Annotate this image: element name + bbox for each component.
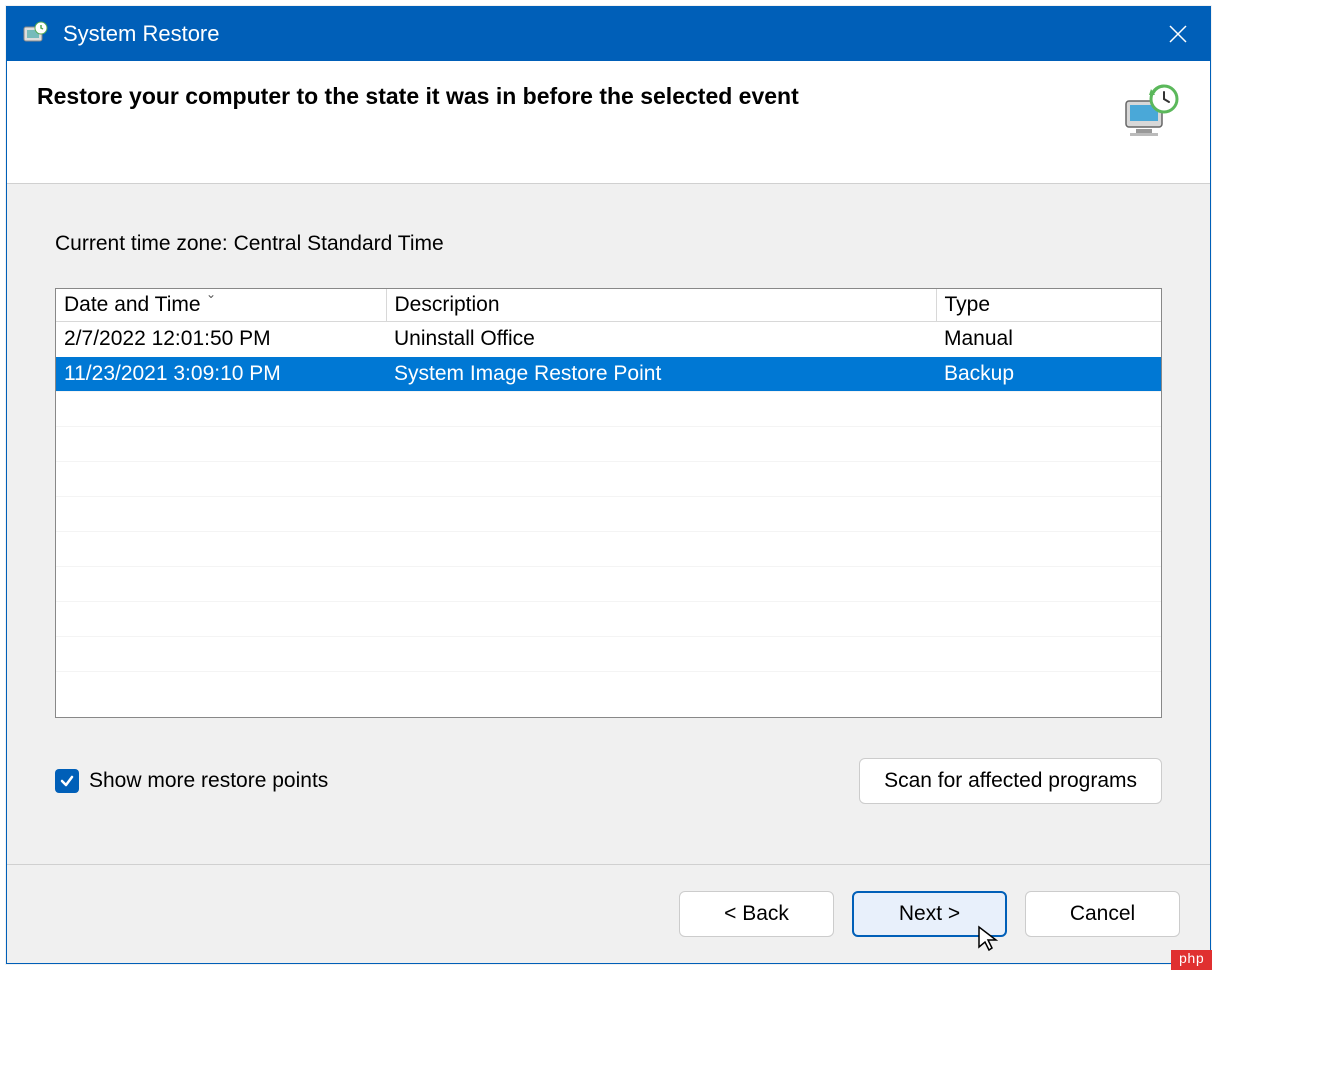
next-button[interactable]: Next > — [852, 891, 1007, 937]
table-cell: Backup — [936, 357, 1161, 392]
column-header-date[interactable]: Date and Time ⌄ — [56, 289, 386, 322]
table-cell: 11/23/2021 3:09:10 PM — [56, 357, 386, 392]
sort-descending-icon: ⌄ — [206, 288, 216, 301]
table-row-empty — [56, 462, 1161, 497]
system-restore-window: System Restore Restore your computer to … — [6, 6, 1211, 964]
close-button[interactable] — [1158, 14, 1198, 54]
table-row-empty — [56, 672, 1161, 707]
table-row[interactable]: 2/7/2022 12:01:50 PMUninstall OfficeManu… — [56, 322, 1161, 357]
page-title: Restore your computer to the state it wa… — [37, 83, 1100, 110]
restore-points-table: Date and Time ⌄ Description Type 2/7/202… — [55, 288, 1162, 718]
window-title: System Restore — [63, 21, 1158, 47]
table-row-empty — [56, 567, 1161, 602]
table-row-empty — [56, 637, 1161, 672]
column-header-description[interactable]: Description — [386, 289, 936, 322]
cancel-button[interactable]: Cancel — [1025, 891, 1180, 937]
watermark: php — [1171, 950, 1212, 970]
timezone-label: Current time zone: Central Standard Time — [55, 232, 1162, 256]
checkbox-label: Show more restore points — [89, 769, 328, 793]
column-label: Date and Time — [64, 293, 201, 316]
show-more-checkbox[interactable]: Show more restore points — [55, 769, 328, 793]
table-row-empty — [56, 497, 1161, 532]
titlebar: System Restore — [7, 7, 1210, 61]
checkbox-icon — [55, 769, 79, 793]
table-header-row: Date and Time ⌄ Description Type — [56, 289, 1161, 322]
table-cell: Manual — [936, 322, 1161, 357]
table-row-empty — [56, 427, 1161, 462]
bottom-controls: Show more restore points Scan for affect… — [55, 758, 1162, 804]
back-button[interactable]: < Back — [679, 891, 834, 937]
table-row-empty — [56, 602, 1161, 637]
table-row-empty — [56, 392, 1161, 427]
close-icon — [1168, 24, 1188, 44]
checkmark-icon — [60, 774, 74, 788]
scan-affected-programs-button[interactable]: Scan for affected programs — [859, 758, 1162, 804]
table-row[interactable]: 11/23/2021 3:09:10 PMSystem Image Restor… — [56, 357, 1161, 392]
system-restore-icon — [19, 18, 51, 50]
header-section: Restore your computer to the state it wa… — [7, 61, 1210, 184]
content-section: Current time zone: Central Standard Time… — [7, 184, 1210, 864]
restore-computer-icon — [1120, 83, 1180, 143]
table-cell: Uninstall Office — [386, 322, 936, 357]
column-header-type[interactable]: Type — [936, 289, 1161, 322]
table-cell: System Image Restore Point — [386, 357, 936, 392]
table-row-empty — [56, 532, 1161, 567]
table-cell: 2/7/2022 12:01:50 PM — [56, 322, 386, 357]
wizard-footer: < Back Next > Cancel — [7, 864, 1210, 963]
